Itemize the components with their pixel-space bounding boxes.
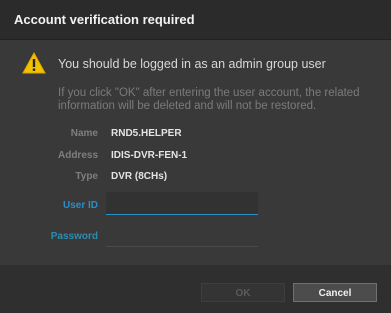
account-verification-dialog: Account verification required You should… (0, 0, 391, 313)
warning-message: You should be logged in as an admin grou… (58, 57, 326, 71)
warning-triangle-icon (22, 52, 46, 74)
cancel-button[interactable]: Cancel (293, 283, 377, 302)
ok-button[interactable]: OK (201, 283, 285, 302)
userid-input[interactable] (106, 192, 258, 215)
type-label: Type (75, 171, 98, 182)
address-label: Address (57, 150, 98, 161)
name-value: RND5.HELPER (111, 128, 182, 139)
type-value: DVR (8CHs) (111, 171, 168, 182)
info-text: If you click "OK" after entering the use… (58, 87, 360, 112)
address-value: IDIS-DVR-FEN-1 (111, 150, 188, 161)
dialog-title: Account verification required (14, 12, 195, 27)
dialog-titlebar: Account verification required (0, 0, 391, 40)
name-label: Name (70, 128, 98, 139)
password-label: Password (50, 231, 98, 242)
userid-label: User ID (62, 200, 98, 211)
password-input[interactable] (106, 229, 258, 247)
